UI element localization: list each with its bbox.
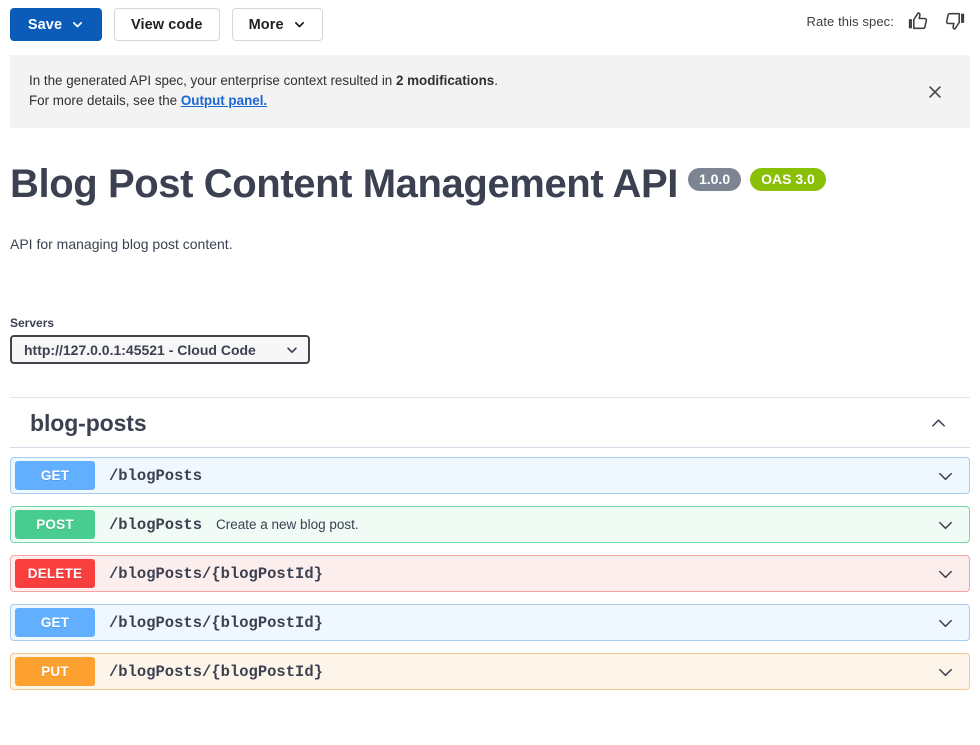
operation-method-badge: GET bbox=[15, 461, 95, 490]
page-title: Blog Post Content Management API bbox=[10, 162, 678, 206]
server-selected-value: http://127.0.0.1:45521 - Cloud Code bbox=[24, 341, 256, 358]
chevron-down-icon[interactable] bbox=[936, 564, 955, 583]
servers-label: Servers bbox=[10, 316, 55, 330]
chevron-down-icon bbox=[293, 18, 306, 31]
rate-spec-label: Rate this spec: bbox=[806, 13, 894, 29]
operation-path: /blogPosts/{blogPostId} bbox=[109, 613, 323, 632]
api-version-badge: 1.0.0 bbox=[687, 168, 742, 191]
operation-method-badge: DELETE bbox=[15, 559, 95, 588]
save-button[interactable]: Save bbox=[10, 8, 102, 41]
operation-method-badge: POST bbox=[15, 510, 95, 539]
servers-section: Servers http://127.0.0.1:45521 - Cloud C… bbox=[0, 316, 980, 364]
operation-summary: Create a new blog post. bbox=[216, 517, 359, 532]
server-select[interactable]: http://127.0.0.1:45521 - Cloud Code bbox=[10, 335, 310, 364]
view-code-button-label: View code bbox=[131, 16, 203, 33]
close-icon[interactable] bbox=[922, 79, 948, 105]
tag-section-blog-posts: blog-posts GET/blogPosts POST/blogPosts Cr… bbox=[0, 397, 980, 690]
operation-row[interactable]: PUT/blogPosts/{blogPostId} bbox=[10, 653, 970, 690]
chevron-down-icon[interactable] bbox=[936, 466, 955, 485]
banner-line-1: In the generated API spec, your enterpri… bbox=[29, 71, 918, 91]
operation-row[interactable]: GET/blogPosts bbox=[10, 457, 970, 494]
view-code-button[interactable]: View code bbox=[114, 8, 220, 41]
chevron-up-icon[interactable] bbox=[929, 414, 948, 433]
operation-path: /blogPosts/{blogPostId} bbox=[109, 662, 323, 681]
api-info-block: Blog Post Content Management API 1.0.0 O… bbox=[0, 162, 980, 254]
api-title-row: Blog Post Content Management API 1.0.0 O… bbox=[10, 162, 970, 206]
enterprise-context-banner: In the generated API spec, your enterpri… bbox=[10, 55, 970, 128]
banner-line-2: For more details, see the Output panel. bbox=[29, 91, 918, 111]
banner-text-prefix: In the generated API spec, your enterpri… bbox=[29, 73, 396, 88]
save-button-label: Save bbox=[27, 16, 63, 33]
more-button-label: More bbox=[248, 16, 284, 33]
top-toolbar: Save View code More Rate this spec: bbox=[0, 0, 980, 49]
banner-text-suffix: . bbox=[494, 73, 498, 88]
operation-path: /blogPosts/{blogPostId} bbox=[109, 564, 323, 583]
rate-spec-group: Rate this spec: bbox=[807, 8, 969, 34]
api-description: API for managing blog post content. bbox=[10, 236, 233, 252]
operation-method-badge: GET bbox=[15, 608, 95, 637]
operation-method-badge: PUT bbox=[15, 657, 95, 686]
thumbs-down-icon[interactable] bbox=[942, 8, 968, 34]
operations-list: GET/blogPosts POST/blogPosts Create a new … bbox=[0, 457, 980, 690]
chevron-down-icon bbox=[71, 18, 84, 31]
banner-modifications-count: 2 modifications bbox=[395, 73, 495, 88]
oas-version-badge[interactable]: OAS 3.0 bbox=[750, 168, 826, 191]
chevron-down-icon[interactable] bbox=[936, 613, 955, 632]
tag-header-blog-posts[interactable]: blog-posts bbox=[10, 398, 970, 448]
chevron-down-icon[interactable] bbox=[936, 515, 955, 534]
operation-path: /blogPosts bbox=[109, 515, 203, 534]
more-button[interactable]: More bbox=[231, 8, 323, 41]
operation-row[interactable]: POST/blogPosts Create a new blog post. bbox=[10, 506, 970, 543]
banner-details-prefix: For more details, see the bbox=[29, 93, 181, 108]
chevron-down-icon[interactable] bbox=[936, 662, 955, 681]
operation-path: /blogPosts bbox=[109, 466, 203, 485]
chevron-down-icon bbox=[285, 343, 299, 357]
output-panel-link[interactable]: Output panel. bbox=[181, 93, 267, 108]
thumbs-up-icon[interactable] bbox=[905, 8, 931, 34]
operation-row[interactable]: GET/blogPosts/{blogPostId} bbox=[10, 604, 970, 641]
operation-row[interactable]: DELETE/blogPosts/{blogPostId} bbox=[10, 555, 970, 592]
tag-name-label: blog-posts bbox=[30, 410, 147, 436]
